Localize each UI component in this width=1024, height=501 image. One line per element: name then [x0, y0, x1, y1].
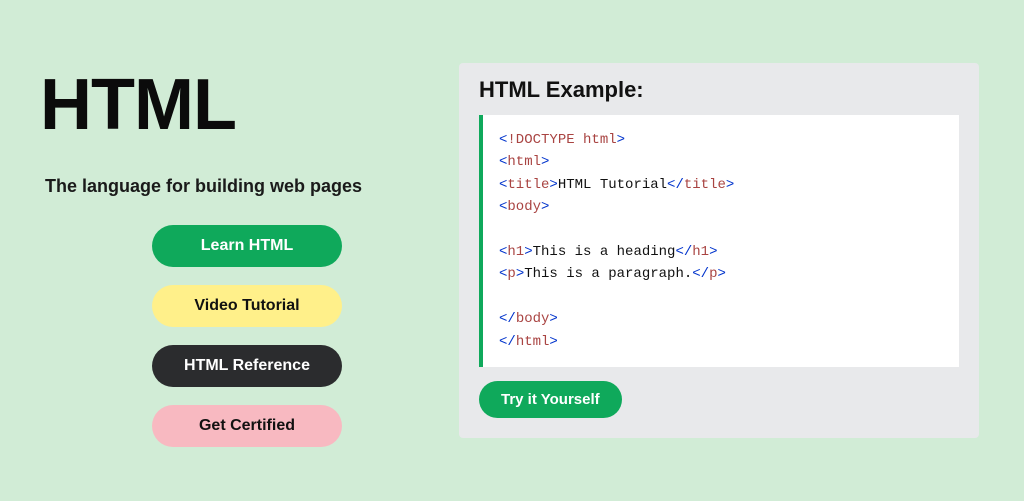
learn-html-button[interactable]: Learn HTML [152, 225, 342, 267]
code-token: </ [499, 334, 516, 350]
example-section: HTML Example: <!DOCTYPE html> <html> <ti… [459, 63, 979, 438]
code-token: > [726, 177, 734, 193]
example-panel: HTML Example: <!DOCTYPE html> <html> <ti… [459, 63, 979, 438]
code-token: !DOCTYPE [507, 132, 574, 148]
code-token: </ [667, 177, 684, 193]
code-token: </ [675, 244, 692, 260]
hero-inner: HTML The language for building web pages [45, 64, 449, 225]
code-token: html [575, 132, 617, 148]
code-token: > [516, 266, 524, 282]
code-token: HTML Tutorial [558, 177, 667, 193]
code-token: h1 [507, 244, 524, 260]
code-token: body [507, 199, 541, 215]
code-token: title [684, 177, 726, 193]
code-token: > [541, 154, 549, 170]
code-token: > [709, 244, 717, 260]
button-column: Learn HTML Video Tutorial HTML Reference… [45, 225, 449, 447]
page-subtitle: The language for building web pages [45, 176, 362, 197]
code-token: This is a paragraph. [524, 266, 692, 282]
code-token: > [717, 266, 725, 282]
code-token: > [549, 334, 557, 350]
try-it-yourself-button[interactable]: Try it Yourself [479, 381, 622, 418]
get-certified-button[interactable]: Get Certified [152, 405, 342, 447]
code-token: h1 [692, 244, 709, 260]
code-token: html [507, 154, 541, 170]
code-token: body [516, 311, 550, 327]
html-reference-button[interactable]: HTML Reference [152, 345, 342, 387]
page-title: HTML [40, 64, 236, 146]
code-token: </ [692, 266, 709, 282]
code-token: title [507, 177, 549, 193]
code-token: p [507, 266, 515, 282]
code-token: > [549, 177, 557, 193]
code-token: > [524, 244, 532, 260]
code-block: <!DOCTYPE html> <html> <title>HTML Tutor… [479, 115, 959, 367]
code-token: > [617, 132, 625, 148]
code-token: > [549, 311, 557, 327]
code-token: html [516, 334, 550, 350]
code-token: This is a heading [533, 244, 676, 260]
video-tutorial-button[interactable]: Video Tutorial [152, 285, 342, 327]
hero-section: HTML The language for building web pages… [45, 54, 449, 447]
code-token: </ [499, 311, 516, 327]
example-heading: HTML Example: [479, 77, 959, 103]
code-token: > [541, 199, 549, 215]
